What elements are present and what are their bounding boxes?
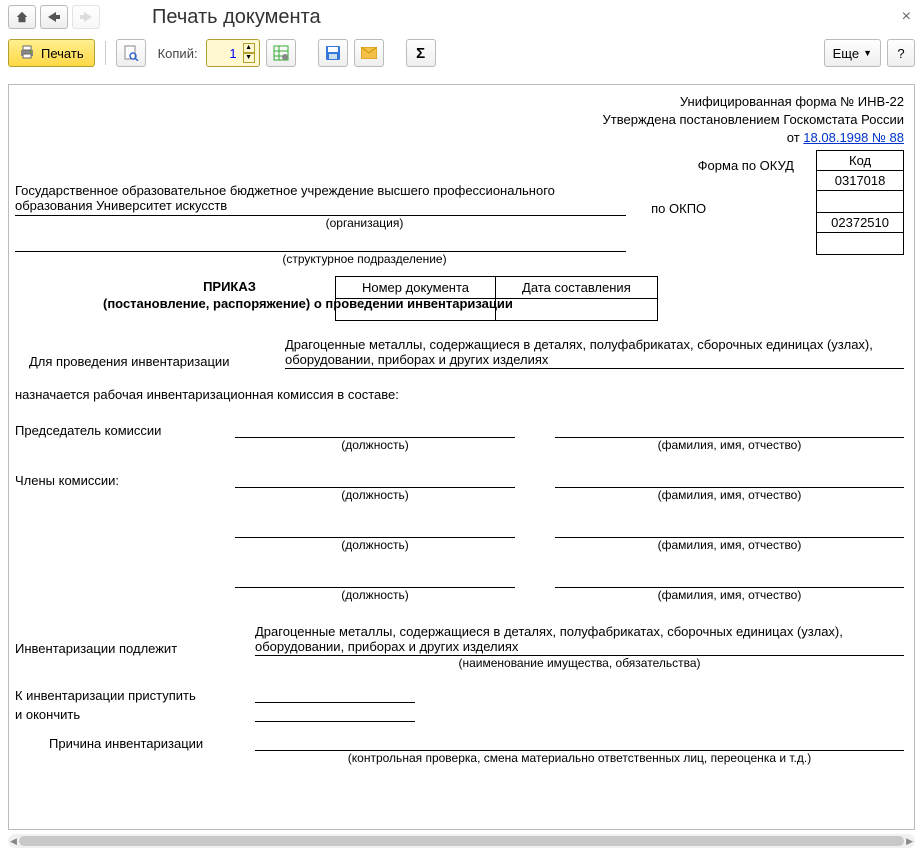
chevron-down-icon: ▼ <box>863 48 872 58</box>
more-button-label: Еще <box>833 46 859 61</box>
page-title: Печать документа <box>152 6 321 29</box>
subdivision-caption: (структурное подразделение) <box>15 252 714 266</box>
position-caption: (должность) <box>235 438 515 452</box>
scroll-right-icon[interactable]: ▶ <box>906 836 913 847</box>
approved-date-line: от 18.08.1998 № 88 <box>15 129 904 147</box>
sum-button[interactable]: Σ <box>406 39 436 67</box>
start-label: К инвентаризации приступить <box>15 688 255 703</box>
subject-label: Инвентаризации подлежит <box>15 641 255 656</box>
reason-caption: (контрольная проверка, смена материально… <box>255 751 904 765</box>
unified-form-line: Унифицированная форма № ИНВ-22 <box>15 93 904 111</box>
table-settings-button[interactable] <box>266 39 296 67</box>
scrollbar-thumb[interactable] <box>19 836 904 846</box>
forward-button <box>72 5 100 29</box>
member1-position-field <box>235 472 515 488</box>
okpo-label: по ОКПО <box>632 201 712 216</box>
preview-button[interactable] <box>116 39 146 67</box>
okpo-value: 02372510 <box>817 212 904 232</box>
member1-fio-field <box>555 472 904 488</box>
close-button[interactable]: × <box>902 8 911 26</box>
document-area: Унифицированная форма № ИНВ-22 Утвержден… <box>8 84 915 830</box>
organization-caption: (организация) <box>15 216 714 230</box>
copies-label: Копий: <box>158 46 198 61</box>
members-label: Члены комиссии: <box>15 473 235 488</box>
horizontal-scrollbar[interactable]: ◀ ▶ <box>8 834 915 848</box>
copies-input-group[interactable]: ▲ ▼ <box>206 39 260 67</box>
chairman-position-field <box>235 422 515 438</box>
for-value: Драгоценные металлы, содержащиеся в дета… <box>285 337 904 369</box>
for-label: Для проведения инвентаризации <box>15 354 285 369</box>
end-label: и окончить <box>15 707 255 722</box>
codes-header: Код <box>817 150 904 170</box>
approval-date-link[interactable]: 18.08.1998 № 88 <box>803 130 904 145</box>
chairman-label: Председатель комиссии <box>15 423 235 438</box>
organization-name: Государственное образовательное бюджетно… <box>15 183 626 216</box>
copies-spin-down[interactable]: ▼ <box>243 53 255 63</box>
print-button-label: Печать <box>41 46 84 61</box>
more-button[interactable]: Еще ▼ <box>824 39 881 67</box>
reason-label: Причина инвентаризации <box>15 736 255 751</box>
sigma-icon: Σ <box>416 45 425 62</box>
end-date-field <box>255 720 415 722</box>
home-button[interactable] <box>8 5 36 29</box>
copies-spin-up[interactable]: ▲ <box>243 43 255 53</box>
okud-value: 0317018 <box>817 170 904 190</box>
member2-fio-field <box>555 522 904 538</box>
approved-by-line: Утверждена постановлением Госкомстата Ро… <box>15 111 904 129</box>
subject-value: Драгоценные металлы, содержащиеся в дета… <box>255 624 904 656</box>
order-subtitle: (постановление, распоряжение) о проведен… <box>103 296 904 311</box>
member2-position-field <box>235 522 515 538</box>
printer-icon <box>19 45 35 62</box>
start-date-field <box>255 701 415 703</box>
subject-caption: (наименование имущества, обязательства) <box>255 656 904 670</box>
back-button[interactable] <box>40 5 68 29</box>
fio-caption: (фамилия, имя, отчество) <box>555 438 904 452</box>
copies-input[interactable] <box>215 45 239 62</box>
print-button[interactable]: Печать <box>8 39 95 67</box>
save-button[interactable] <box>318 39 348 67</box>
okud-label: Форма по ОКУД <box>15 158 904 173</box>
help-button-label: ? <box>897 46 904 61</box>
commission-line: назначается рабочая инвентаризационная к… <box>15 387 904 402</box>
chairman-fio-field <box>555 422 904 438</box>
email-button[interactable] <box>354 39 384 67</box>
member3-fio-field <box>555 572 904 588</box>
scroll-left-icon[interactable]: ◀ <box>10 836 17 847</box>
member3-position-field <box>235 572 515 588</box>
help-button[interactable]: ? <box>887 39 915 67</box>
